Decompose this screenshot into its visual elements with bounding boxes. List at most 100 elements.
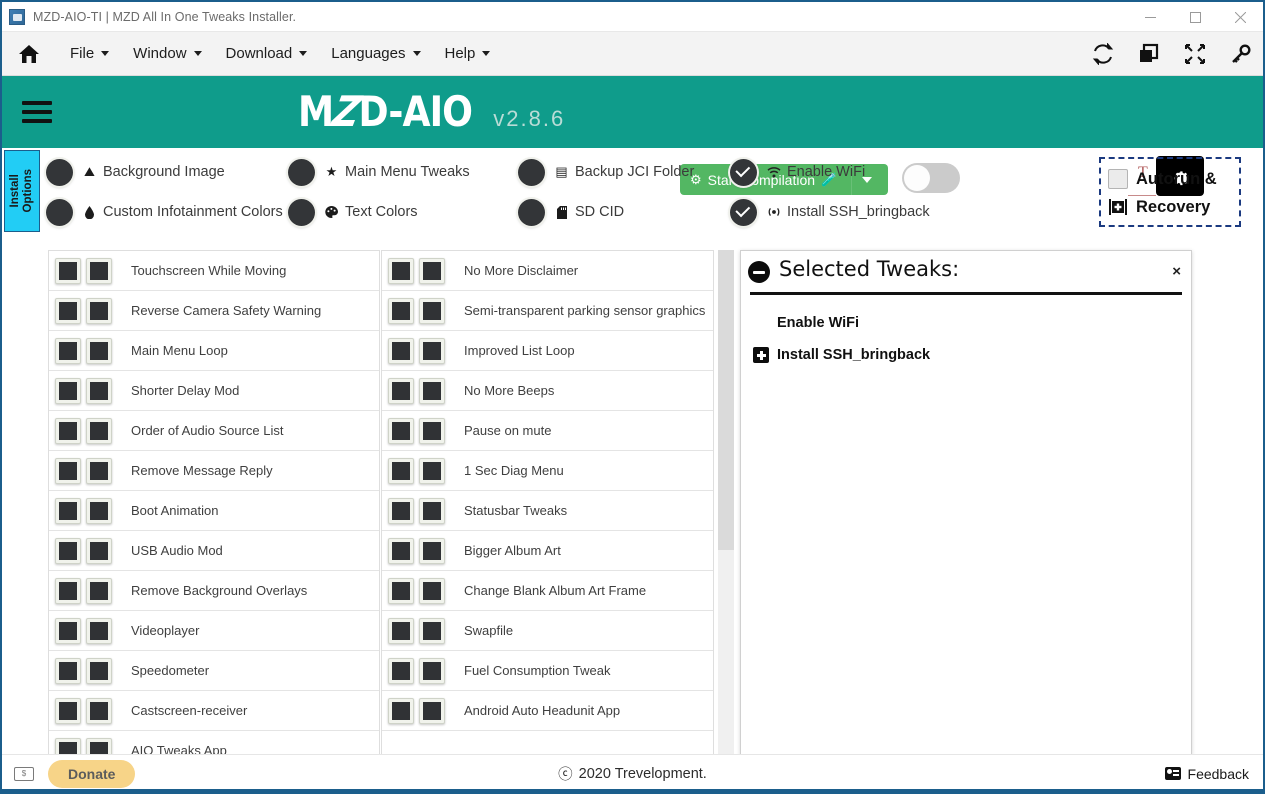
tweak-install-button[interactable] (388, 377, 414, 404)
tweak-uninstall-button[interactable] (419, 337, 445, 364)
option-backup-jci-folder[interactable]: ▤ Backup JCI Folder (518, 158, 730, 186)
tweak-uninstall-button[interactable] (86, 737, 112, 754)
tweaks-list-left[interactable]: Touchscreen While Moving Reverse Camera S… (48, 250, 380, 755)
tweak-install-button[interactable] (55, 337, 81, 364)
tweak-uninstall-button[interactable] (86, 417, 112, 444)
option-toggle-install-ssh-bringback[interactable] (730, 198, 757, 226)
tweaks-scrollbar[interactable] (718, 250, 734, 755)
sidebar-tab-install-options[interactable]: Install Options (4, 150, 40, 232)
feedback-button[interactable]: Feedback (1164, 766, 1249, 782)
tweak-uninstall-button[interactable] (419, 577, 445, 604)
tweak-row[interactable]: Order of Audio Source List (49, 411, 379, 451)
tweak-row[interactable]: Android Auto Headunit App (382, 691, 713, 731)
tweak-uninstall-button[interactable] (419, 497, 445, 524)
scrollbar-thumb[interactable] (718, 250, 734, 550)
tweak-row[interactable]: Pause on mute (382, 411, 713, 451)
option-toggle-custom-infotainment-colors[interactable] (46, 198, 73, 226)
maximize-button[interactable] (1173, 2, 1218, 32)
tweak-uninstall-button[interactable] (86, 457, 112, 484)
tweak-install-button[interactable] (55, 457, 81, 484)
tweak-uninstall-button[interactable] (86, 297, 112, 324)
tweak-row[interactable]: Speedometer (49, 651, 379, 691)
tweak-row[interactable]: Change Blank Album Art Frame (382, 571, 713, 611)
tweak-row[interactable]: Fuel Consumption Tweak (382, 651, 713, 691)
tweak-uninstall-button[interactable] (86, 537, 112, 564)
tweak-install-button[interactable] (55, 577, 81, 604)
tweak-row[interactable]: Swapfile (382, 611, 713, 651)
autorun-checkbox[interactable] (1108, 169, 1128, 189)
tweak-install-button[interactable] (388, 457, 414, 484)
minimize-icon[interactable] (748, 261, 770, 283)
tweak-install-button[interactable] (388, 297, 414, 324)
tweak-install-button[interactable] (388, 257, 414, 284)
tweak-uninstall-button[interactable] (419, 617, 445, 644)
tweak-row[interactable]: Boot Animation (49, 491, 379, 531)
option-text-colors[interactable]: Text Colors (288, 198, 518, 226)
tweak-uninstall-button[interactable] (419, 417, 445, 444)
tweak-row[interactable]: USB Audio Mod (49, 531, 379, 571)
menu-download[interactable]: Download (214, 40, 320, 67)
tweak-uninstall-button[interactable] (419, 297, 445, 324)
option-toggle-backup-jci-folder[interactable] (518, 158, 545, 186)
tweak-row[interactable]: Videoplayer (49, 611, 379, 651)
option-toggle-text-colors[interactable] (288, 198, 315, 226)
menu-window[interactable]: Window (121, 40, 213, 67)
refresh-icon[interactable] (1091, 42, 1115, 66)
tweak-install-button[interactable] (55, 297, 81, 324)
windows-icon[interactable] (1137, 42, 1161, 66)
option-sd-cid[interactable]: SD CID (518, 198, 730, 226)
option-toggle-main-menu-tweaks[interactable] (288, 158, 315, 186)
tweak-uninstall-button[interactable] (86, 257, 112, 284)
tweak-uninstall-button[interactable] (86, 497, 112, 524)
tweak-install-button[interactable] (55, 657, 81, 684)
tweak-row[interactable]: 1 Sec Diag Menu (382, 451, 713, 491)
tweak-install-button[interactable] (388, 537, 414, 564)
tweak-install-button[interactable] (388, 697, 414, 724)
tweak-install-button[interactable] (55, 537, 81, 564)
tweak-install-button[interactable] (388, 497, 414, 524)
key-icon[interactable] (1229, 42, 1253, 66)
hamburger-icon[interactable] (22, 101, 52, 123)
tweak-row[interactable]: Statusbar Tweaks (382, 491, 713, 531)
tweak-install-button[interactable] (55, 737, 81, 754)
menu-languages[interactable]: Languages (319, 40, 432, 67)
selected-tweak-item[interactable]: Install SSH_bringback (753, 339, 1191, 371)
tweak-uninstall-button[interactable] (419, 537, 445, 564)
option-custom-infotainment-colors[interactable]: Custom Infotainment Colors (46, 198, 288, 226)
tweak-row[interactable]: Reverse Camera Safety Warning (49, 291, 379, 331)
tweak-install-button[interactable] (388, 577, 414, 604)
tweak-row[interactable]: Castscreen-receiver (49, 691, 379, 731)
tweak-install-button[interactable] (55, 497, 81, 524)
tweak-install-button[interactable] (388, 617, 414, 644)
tweak-row[interactable]: Remove Message Reply (49, 451, 379, 491)
tweak-uninstall-button[interactable] (419, 377, 445, 404)
tweak-install-button[interactable] (55, 377, 81, 404)
tweak-row[interactable]: Main Menu Loop (49, 331, 379, 371)
home-icon[interactable] (18, 44, 40, 64)
donate-button[interactable]: Donate (48, 759, 136, 788)
tweak-uninstall-button[interactable] (419, 257, 445, 284)
tweak-row[interactable]: Remove Background Overlays (49, 571, 379, 611)
option-toggle-enable-wifi[interactable] (730, 158, 757, 186)
tweak-row[interactable]: Shorter Delay Mod (49, 371, 379, 411)
tweak-row[interactable]: Touchscreen While Moving (49, 251, 379, 291)
option-background-image[interactable]: ⛰ Background Image (46, 158, 288, 186)
tweak-uninstall-button[interactable] (419, 697, 445, 724)
tweak-uninstall-button[interactable] (86, 577, 112, 604)
tweak-row[interactable]: Semi-transparent parking sensor graphics (382, 291, 713, 331)
tweak-row[interactable]: Improved List Loop (382, 331, 713, 371)
tweak-row[interactable]: No More Disclaimer (382, 251, 713, 291)
option-toggle-background-image[interactable] (46, 158, 73, 186)
close-icon[interactable]: × (1172, 263, 1181, 280)
tweak-uninstall-button[interactable] (86, 377, 112, 404)
tweak-uninstall-button[interactable] (419, 457, 445, 484)
tweak-install-button[interactable] (55, 257, 81, 284)
tweak-row[interactable]: AIO Tweaks App (49, 731, 379, 754)
tweak-install-button[interactable] (55, 617, 81, 644)
tweak-uninstall-button[interactable] (86, 617, 112, 644)
tweak-row[interactable]: No More Beeps (382, 371, 713, 411)
option-enable-wifi[interactable]: Enable WiFi (730, 158, 960, 186)
option-main-menu-tweaks[interactable]: ★ Main Menu Tweaks (288, 158, 518, 186)
tweak-uninstall-button[interactable] (419, 657, 445, 684)
autorun-recovery-box[interactable]: Autorun & Recovery (1099, 157, 1241, 227)
